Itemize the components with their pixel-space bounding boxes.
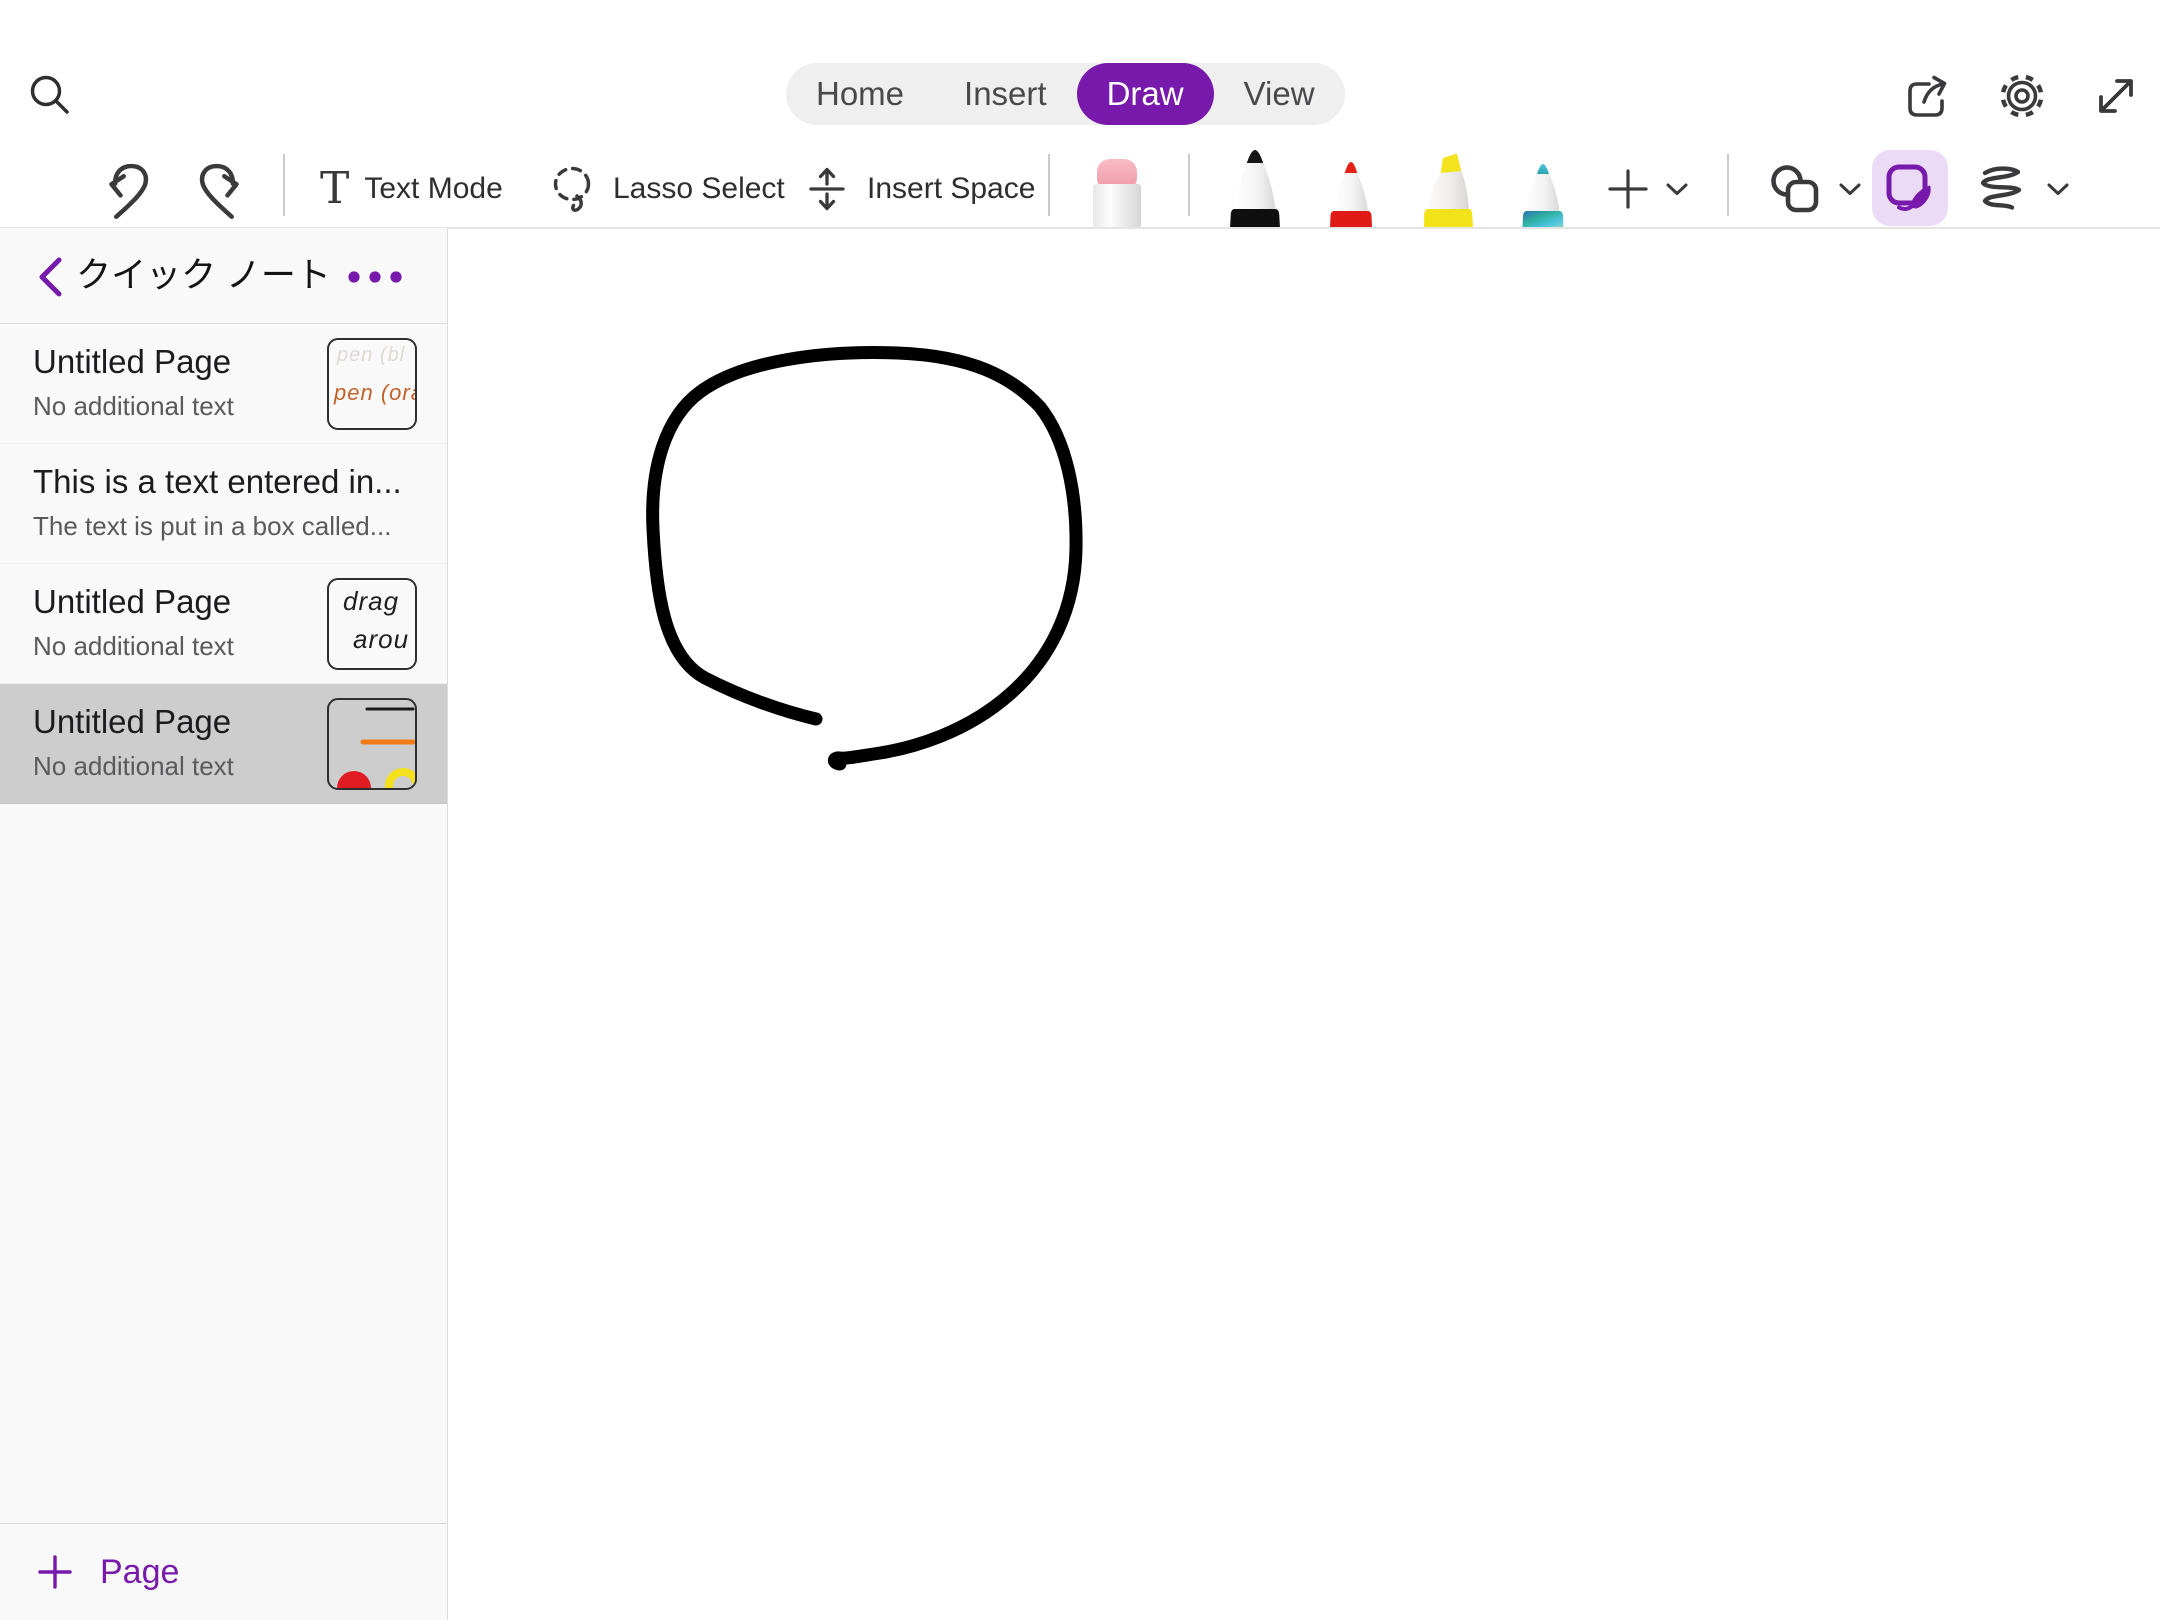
add-page-label: Page [100,1552,180,1591]
tab-draw[interactable]: Draw [1076,63,1214,125]
page-subtitle: No additional text [33,631,234,661]
search-button[interactable] [26,72,74,120]
shapes-icon [1766,162,1824,216]
notebook-section-title: クイック ノート [76,256,331,295]
thumbnail-handwriting-line: arou [353,624,410,654]
window-actions [1902,70,2140,122]
page-list-item[interactable]: Untitled Page No additional text pen (bl… [0,324,447,444]
thumbnail-handwriting-line: pen (bl [337,344,406,366]
thumbnail-handwriting-line: drag [343,586,400,616]
expand-icon[interactable] [2092,72,2140,120]
page-subtitle: No additional text [33,751,234,781]
add-pen-button[interactable] [1604,150,1689,228]
thumbnail-handwriting-line: pen (ora [334,380,417,405]
page-thumbnail: pen (bl pen (ora [327,338,417,430]
gear-icon[interactable] [1996,70,2048,122]
squiggle-icon [1972,160,2030,218]
add-page-button[interactable]: Page [0,1523,446,1620]
chevron-down-icon [1838,182,1862,197]
ink-note-button[interactable] [1872,150,1948,226]
thumbnail-sketch [337,707,415,788]
page-thumbnail: drag arou [327,578,417,670]
section-more-button[interactable] [347,270,403,284]
page-title: Untitled Page [33,583,232,620]
highlighter-yellow-tool[interactable] [1416,148,1480,228]
insert-space-button[interactable]: Insert Space [802,150,1035,228]
chevron-down-icon [2046,182,2070,197]
text-mode-label: Text Mode [364,172,503,205]
lasso-icon [548,163,598,215]
ink-stroke-circle [645,345,1083,770]
ink-to-shape-button[interactable] [1972,150,2070,228]
top-toolbar: Home Insert Draw View T Text Mode Lasso … [0,0,2160,229]
toolbar-divider [283,154,285,216]
tab-insert[interactable]: Insert [934,63,1077,125]
insert-space-label: Insert Space [867,172,1036,205]
text-mode-button[interactable]: T Text Mode [320,150,503,228]
lasso-select-label: Lasso Select [613,172,785,205]
page-subtitle: No additional text [33,391,234,421]
chevron-left-icon [32,255,70,299]
page-title: Untitled Page [33,343,232,380]
pen-black-tool[interactable] [1223,148,1287,228]
chevron-down-icon [1665,182,1689,197]
page-title: This is a text entered in... [33,463,402,500]
page-list-item-selected[interactable]: Untitled Page No additional text [0,684,447,804]
drawing-canvas[interactable] [449,228,2160,1620]
toolbar-divider [1727,154,1729,216]
toolbar-divider [1188,154,1190,216]
tab-home[interactable]: Home [786,63,934,125]
page-thumbnail [327,698,417,790]
page-subtitle: The text is put in a box called... [33,511,392,541]
share-icon[interactable] [1902,71,1952,121]
insert-space-icon [802,163,852,215]
ink-note-icon [1884,162,1936,214]
eraser-tool[interactable] [1087,156,1147,228]
text-mode-icon: T [320,163,350,214]
ink-layer [645,345,1083,770]
undo-icon [102,157,154,221]
redo-icon [194,157,246,221]
page-list-item[interactable]: This is a text entered in... The text is… [0,444,447,564]
page-list-item[interactable]: Untitled Page No additional text drag ar… [0,564,447,684]
toolbar-divider [1048,154,1050,216]
lasso-select-button[interactable]: Lasso Select [548,150,785,228]
plus-icon [36,1553,74,1591]
tab-view[interactable]: View [1214,63,1345,125]
back-button[interactable] [32,255,70,299]
ellipsis-icon [347,270,403,284]
plus-icon [1604,165,1652,213]
ribbon-tab-bar: Home Insert Draw View [786,63,1345,125]
pen-galaxy-teal-tool[interactable] [1511,148,1575,228]
page-title: Untitled Page [33,703,232,740]
page-list-sidebar: クイック ノート Untitled Page No additional tex… [0,228,448,1620]
redo-button[interactable] [194,150,246,228]
undo-button[interactable] [102,150,154,228]
pen-red-tool[interactable] [1319,148,1383,228]
shapes-button[interactable] [1766,150,1862,228]
sidebar-header: クイック ノート [0,228,447,324]
search-icon [26,72,74,120]
